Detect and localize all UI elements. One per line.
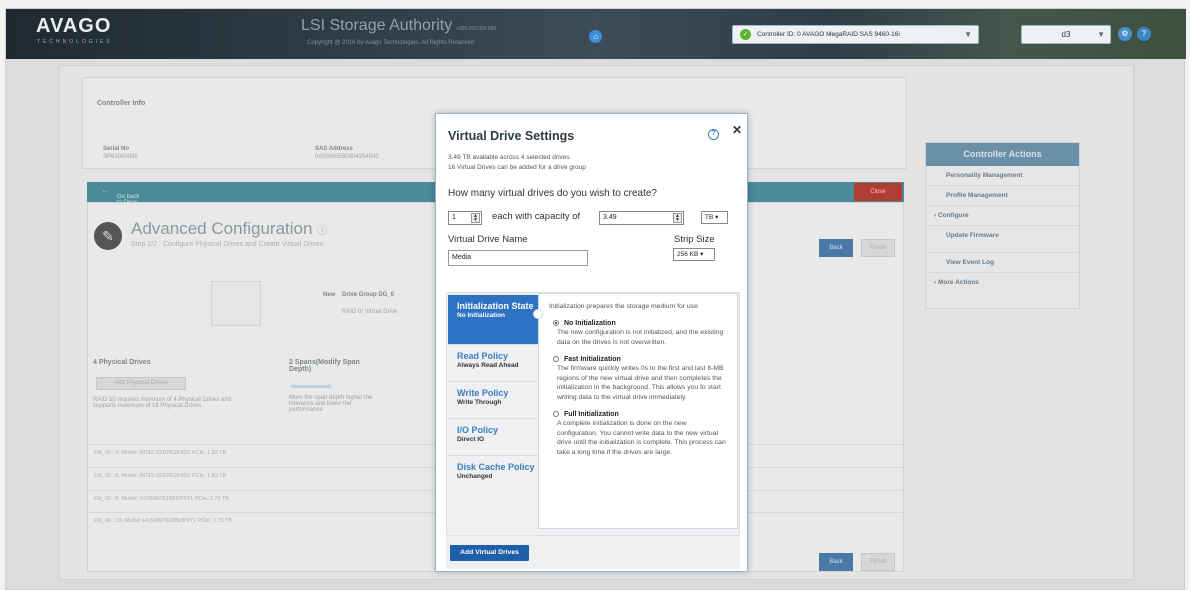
pane-intro: Initialization prepares the storage medi…: [549, 303, 698, 310]
drive-group-name: Drive Group DG_0: [342, 292, 395, 298]
capacity-input[interactable]: 3.49 ▲ ▼: [599, 211, 684, 225]
vd-name-label: Virtual Drive Name: [448, 234, 528, 245]
tab-disk-cache-policy[interactable]: Disk Cache Policy Unchanged: [448, 456, 538, 493]
avago-logo: AVAGO: [36, 15, 112, 37]
vd-count-input[interactable]: 1 ▲ ▼: [448, 211, 482, 225]
finish-button-top[interactable]: Finish: [861, 239, 895, 257]
new-label: New: [323, 292, 336, 298]
help-icon[interactable]: ?: [1137, 27, 1151, 41]
span-depth[interactable]: 2 Spans(Modify Span Depth): [289, 359, 369, 373]
back-button-bottom[interactable]: Back: [819, 553, 853, 571]
vd-count-question: How many virtual drives do you wish to c…: [448, 188, 657, 199]
controller-select[interactable]: ✓ Controller ID: 0 AVAGO MegaRAID SAS 94…: [732, 25, 979, 44]
action-configure[interactable]: ‹ Configure: [926, 206, 1079, 226]
sas-label: SAS Address: [315, 146, 353, 152]
app-version: v005.050.000.000: [456, 26, 497, 32]
span-note: More the span depth higher the tolerance…: [289, 395, 373, 413]
app: AVAGO TECHNOLOGIES LSI Storage Authority…: [0, 0, 1190, 590]
home-icon[interactable]: ⌂: [589, 30, 602, 43]
pd-note: RAID 50 requires minimum of 4 Physical D…: [93, 397, 232, 409]
advanced-config-step: Step 2/2 : Configure Physical Drives and…: [131, 241, 324, 248]
chevron-down-icon: ▼: [964, 30, 972, 39]
physical-drives-count: 4 Physical Drives: [93, 359, 151, 366]
serial-value: SP61000005: [103, 154, 138, 160]
strip-size-label: Strip Size: [674, 234, 715, 245]
app-title: LSI Storage Authority v005.050.000.000: [301, 17, 496, 35]
dialog-title: Virtual Drive Settings: [448, 129, 575, 143]
drive-group-sub: RAID 0/ Virtual Drive: [342, 309, 398, 315]
radio-icon[interactable]: [553, 356, 559, 362]
option-fast-initialization[interactable]: Fast Initialization The firmware quickly…: [549, 355, 728, 402]
top-header: AVAGO TECHNOLOGIES LSI Storage Authority…: [6, 9, 1186, 59]
status-ok-icon: ✓: [740, 29, 751, 40]
controller-actions-panel: Controller Actions Personality Managemen…: [925, 142, 1080, 309]
sas-value: 0x500605B0004254500: [315, 154, 379, 160]
serial-label: Serial No: [103, 146, 130, 152]
help-icon[interactable]: ?: [708, 129, 719, 140]
close-icon[interactable]: ✕: [732, 123, 742, 137]
capacity-label: each with capacity of: [492, 211, 581, 222]
controller-actions-title: Controller Actions: [926, 143, 1079, 166]
action-profile-management[interactable]: Profile Management: [926, 186, 1079, 206]
settings-icon[interactable]: ⚙: [1118, 27, 1132, 41]
drive-group-box: [211, 281, 261, 326]
dialog-footer: Add Virtual Drives: [446, 535, 740, 569]
wrench-icon: ✎: [94, 222, 122, 250]
logo-subtitle: TECHNOLOGIES: [37, 39, 113, 45]
user-name: d3: [1061, 30, 1071, 39]
strip-size-select[interactable]: 256 KB ▾: [673, 248, 715, 261]
chevron-down-icon: ▼: [1097, 30, 1105, 39]
policy-tabs: Initialization State No Initialization R…: [448, 295, 538, 493]
vd-limit-info: 16 Virtual Drives can be added for a dri…: [448, 164, 586, 171]
initialization-pane: Initialization prepares the storage medi…: [538, 293, 738, 529]
back-link[interactable]: ← Go back to Drive Group, Drives and Oth…: [102, 188, 143, 242]
action-view-event-log[interactable]: View Event Log: [926, 253, 1079, 273]
capacity-unit-select[interactable]: TB ▾: [701, 211, 728, 224]
browser-frame: AVAGO TECHNOLOGIES LSI Storage Authority…: [5, 8, 1186, 590]
vd-count-value: 1: [452, 214, 456, 221]
policy-section: Initialization State No Initialization R…: [446, 292, 740, 569]
tab-read-policy[interactable]: Read Policy Always Read Ahead: [448, 345, 538, 382]
add-physical-drives-button[interactable]: Add Physical Drives: [96, 377, 186, 390]
close-button[interactable]: Close: [854, 183, 902, 201]
advanced-config-title: Advanced Configuration ⓘ: [131, 219, 328, 238]
vd-name-input[interactable]: Media: [448, 250, 588, 266]
option-full-initialization[interactable]: Full Initialization A complete initializ…: [549, 410, 728, 457]
radio-selected-icon[interactable]: [553, 320, 559, 326]
stepper-icon[interactable]: ▲ ▼: [471, 213, 480, 223]
available-capacity-info: 3.49 TB available across 4 selected driv…: [448, 154, 570, 161]
action-update-firmware[interactable]: Update Firmware: [926, 226, 1079, 253]
action-personality-management[interactable]: Personality Management: [926, 166, 1079, 186]
virtual-drive-settings-dialog: Virtual Drive Settings ? ✕ 3.49 TB avail…: [435, 113, 748, 572]
add-virtual-drives-button[interactable]: Add Virtual Drives: [450, 545, 529, 561]
controller-select-label: Controller ID: 0 AVAGO MegaRAID SAS 9460…: [757, 31, 900, 38]
action-more-actions[interactable]: ‹ More Actions: [926, 273, 1079, 293]
finish-button-bottom[interactable]: Finish: [861, 553, 895, 571]
radio-icon[interactable]: [553, 411, 559, 417]
tab-initialization-state[interactable]: Initialization State No Initialization: [448, 295, 538, 345]
span-slider[interactable]: [291, 385, 331, 388]
stepper-icon[interactable]: ▲ ▼: [673, 213, 682, 223]
active-tab-notch: [533, 309, 543, 319]
copyright: Copyright @ 2016 by Avago Technologies. …: [307, 40, 474, 46]
capacity-value: 3.49: [603, 214, 617, 221]
back-button-top[interactable]: Back: [819, 239, 853, 257]
tab-write-policy[interactable]: Write Policy Write Through: [448, 382, 538, 419]
option-no-initialization[interactable]: No Initialization The new configuration …: [549, 319, 728, 347]
controller-info-title: Controller Info: [97, 100, 146, 107]
tab-io-policy[interactable]: I/O Policy Direct IO: [448, 419, 538, 456]
user-select[interactable]: d3 ▼: [1021, 25, 1111, 44]
app-title-text: LSI Storage Authority: [301, 17, 453, 34]
